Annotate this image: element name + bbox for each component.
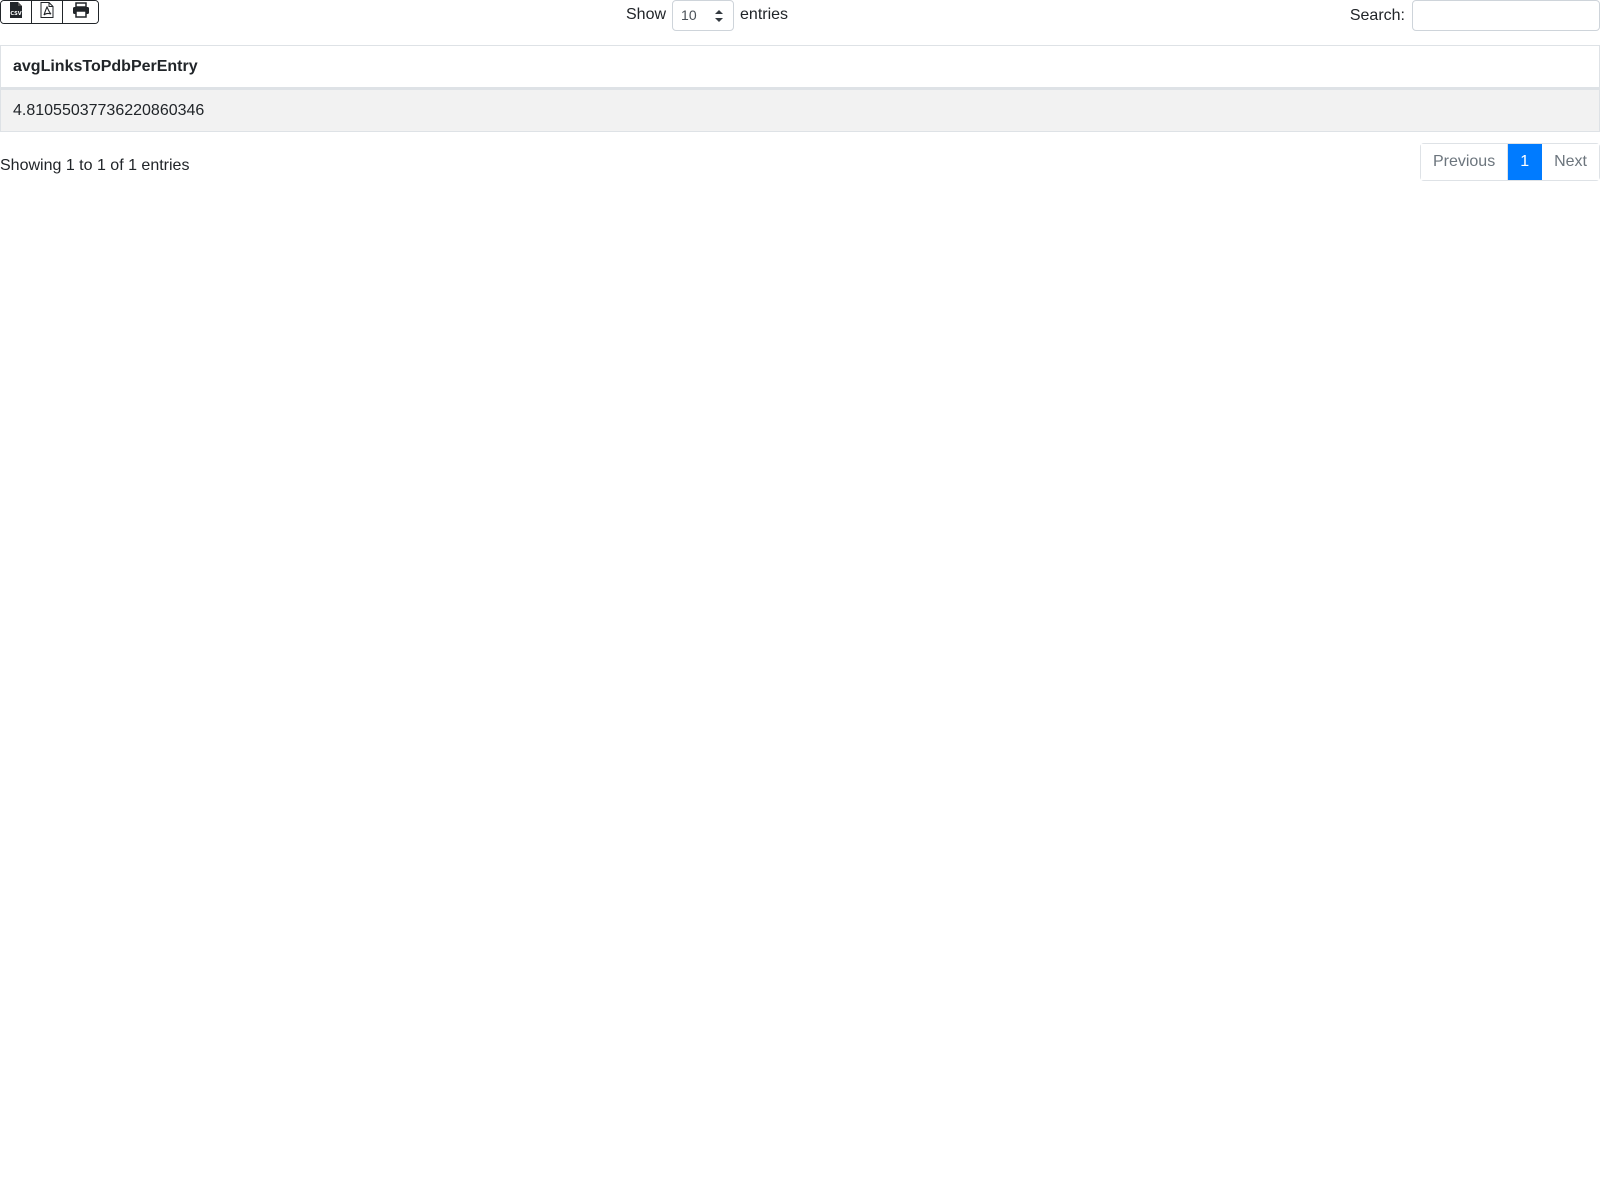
page-length-value: 10: [681, 7, 697, 23]
table-header-row: avgLinksToPdbPerEntry: [0, 45, 1600, 90]
table-info-text: Showing 1 to 1 of 1 entries: [0, 157, 190, 174]
svg-text:CSV: CSV: [10, 11, 21, 17]
column-header-avglinkstopdbperentry[interactable]: avgLinksToPdbPerEntry: [0, 45, 1600, 90]
print-button[interactable]: [63, 1, 98, 23]
search-input[interactable]: [1412, 0, 1600, 31]
pagination: Previous 1 Next: [1419, 143, 1600, 181]
csv-file-icon: CSV: [9, 1, 23, 23]
sort-arrows-icon: [715, 9, 724, 23]
page-length-select[interactable]: 10: [672, 0, 735, 31]
export-csv-button[interactable]: CSV: [1, 1, 32, 23]
print-icon: [72, 1, 90, 23]
search-label: Search:: [1349, 6, 1405, 24]
page-length-control: Show 10 entries: [626, 0, 789, 31]
table-toolbar: CSV Show 10 entries Search:: [0, 0, 1600, 44]
table-cell: 4.81055037736220860346: [0, 88, 1600, 132]
search-control: Search:: [1350, 0, 1600, 31]
pdf-file-icon: [40, 1, 54, 23]
table-row: 4.81055037736220860346: [0, 88, 1600, 132]
next-page-button[interactable]: Next: [1542, 144, 1599, 180]
page-1-button[interactable]: 1: [1508, 144, 1543, 180]
export-pdf-button[interactable]: [32, 1, 63, 23]
length-suffix-label: entries: [740, 6, 789, 23]
results-table: avgLinksToPdbPerEntry 4.8105503773622086…: [0, 45, 1600, 132]
length-prefix-label: Show: [626, 6, 667, 23]
previous-page-button[interactable]: Previous: [1420, 144, 1509, 180]
export-button-group: CSV: [0, 0, 99, 24]
